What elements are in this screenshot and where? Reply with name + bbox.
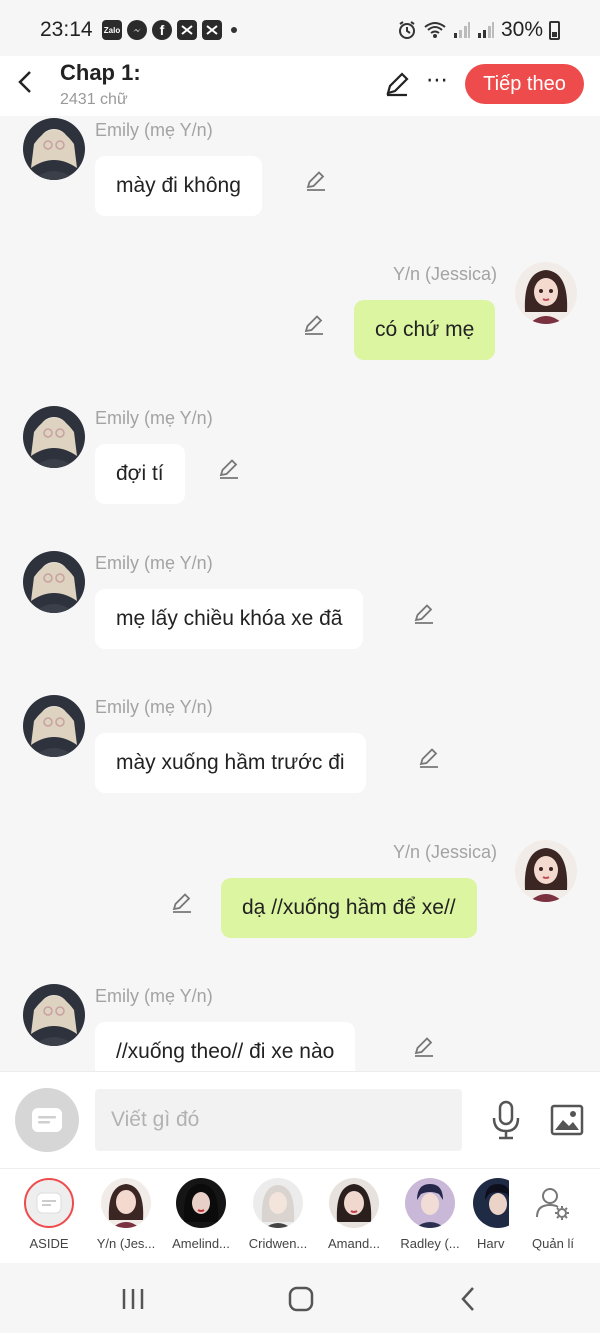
character-name: Radley (... <box>400 1236 460 1251</box>
recent-apps-icon <box>122 1289 144 1309</box>
signal-icon <box>477 22 494 38</box>
user-settings-icon <box>536 1188 569 1220</box>
avatar[interactable] <box>23 984 85 1046</box>
chevron-left-icon <box>18 71 31 93</box>
signal-icon <box>453 22 470 38</box>
message-square-icon <box>36 1192 62 1214</box>
battery-icon <box>549 20 560 40</box>
message-bubble[interactable]: dạ //xuống hầm để xe// <box>221 878 477 938</box>
sender-name: Emily (mẹ Y/n) <box>95 408 213 428</box>
chat-area[interactable]: Emily (mẹ Y/n) mày đi không Y/n (Jessica… <box>0 116 600 1071</box>
character-name: Amand... <box>327 1236 381 1251</box>
capcut-icon <box>177 20 197 40</box>
sender-name: Y/n (Jessica) <box>393 264 498 284</box>
zalo-icon: Zalo <box>102 20 122 40</box>
avatar[interactable] <box>23 551 85 613</box>
edit-message-icon[interactable] <box>412 601 436 625</box>
microphone-icon <box>492 1100 520 1140</box>
system-nav-bar <box>0 1263 600 1333</box>
system-back-button[interactable] <box>454 1285 484 1313</box>
message-bubble[interactable]: mày đi không <box>95 156 262 216</box>
capcut-icon <box>202 20 222 40</box>
back-button[interactable] <box>10 64 40 100</box>
notification-dot <box>231 27 237 33</box>
chapter-header: Chap 1: 2431 chữ ⋯ Tiếp theo <box>0 56 600 116</box>
character-cridwen[interactable]: Cridwen... <box>245 1178 311 1251</box>
character-harvey[interactable]: Harv <box>473 1178 509 1251</box>
avatar[interactable] <box>515 840 577 902</box>
avatar <box>473 1178 509 1228</box>
avatar[interactable] <box>23 406 85 468</box>
avatar <box>101 1178 151 1228</box>
message-bubble[interactable]: có chứ mẹ <box>354 300 496 360</box>
avatar[interactable] <box>23 695 85 757</box>
input-bar <box>0 1071 600 1168</box>
character-name: Y/n (Jes... <box>96 1236 156 1251</box>
avatar[interactable] <box>515 262 577 324</box>
word-count: 2431 chữ <box>60 91 128 108</box>
edit-message-icon[interactable] <box>304 168 328 192</box>
avatar <box>329 1178 379 1228</box>
avatar <box>253 1178 303 1228</box>
status-right: 30% <box>397 18 560 42</box>
edit-message-icon[interactable] <box>302 312 326 336</box>
recent-apps-button[interactable] <box>118 1285 148 1313</box>
alarm-icon <box>398 21 415 39</box>
home-icon <box>288 1286 314 1312</box>
edit-message-icon[interactable] <box>417 745 441 769</box>
facebook-icon: f <box>152 20 172 40</box>
home-button[interactable] <box>286 1285 316 1313</box>
character-name: Amelind... <box>172 1236 230 1251</box>
manage-av <box>528 1178 578 1228</box>
manage-characters-button[interactable]: Quản lí <box>520 1178 586 1251</box>
sender-name: Emily (mẹ Y/n) <box>95 120 213 140</box>
status-bar: 23:14 Zalo f 30% <box>0 0 600 56</box>
avatar[interactable] <box>23 118 85 180</box>
aside-toggle-button[interactable] <box>15 1088 79 1152</box>
image-button[interactable] <box>550 1104 584 1136</box>
character-name: Harv <box>477 1236 505 1251</box>
character-amelinda[interactable]: Amelind... <box>168 1178 234 1251</box>
edit-chapter-button[interactable] <box>383 70 413 100</box>
avatar <box>176 1178 226 1228</box>
edit-message-icon[interactable] <box>217 456 241 480</box>
sender-name: Emily (mẹ Y/n) <box>95 986 213 1006</box>
message-bubble[interactable]: đợi tí <box>95 444 185 504</box>
messenger-icon <box>127 20 147 40</box>
character-amanda[interactable]: Amand... <box>321 1178 387 1251</box>
character-yn[interactable]: Y/n (Jes... <box>93 1178 159 1251</box>
aside-avatar <box>24 1178 74 1228</box>
character-name: Cridwen... <box>248 1236 308 1251</box>
chapter-title: Chap 1: <box>60 60 141 85</box>
message-bubble[interactable]: mày xuống hầm trước đi <box>95 733 366 793</box>
next-chapter-button[interactable]: Tiếp theo <box>465 64 584 104</box>
character-name: Quản lí <box>532 1236 574 1251</box>
status-app-icons: Zalo f <box>102 20 237 40</box>
sender-name: Emily (mẹ Y/n) <box>95 553 213 573</box>
message-bubble[interactable]: mẹ lấy chiều khóa xe đã <box>95 589 364 649</box>
battery-percent: 30% <box>500 18 543 41</box>
status-time: 23:14 <box>40 18 93 41</box>
character-aside[interactable]: ASIDE <box>16 1178 82 1251</box>
character-bar: ASIDE Y/n (Jes... Amelind... Cridwen... … <box>0 1168 600 1263</box>
more-options-button[interactable]: ⋯ <box>424 69 450 96</box>
message-square-icon <box>32 1108 62 1132</box>
edit-message-icon[interactable] <box>412 1034 436 1058</box>
character-radley[interactable]: Radley (... <box>397 1178 463 1251</box>
image-icon <box>550 1104 584 1136</box>
microphone-button[interactable] <box>490 1100 522 1140</box>
sender-name: Emily (mẹ Y/n) <box>95 697 213 717</box>
chevron-left-icon <box>461 1287 474 1311</box>
sender-name: Y/n (Jessica) <box>393 842 498 862</box>
edit-message-icon[interactable] <box>170 890 194 914</box>
avatar <box>405 1178 455 1228</box>
message-bubble[interactable]: //xuống theo// đi xe nào <box>95 1022 356 1071</box>
message-input[interactable] <box>95 1089 462 1151</box>
wifi-icon <box>424 22 446 38</box>
pencil-icon <box>386 72 409 97</box>
character-name: ASIDE <box>29 1236 69 1251</box>
